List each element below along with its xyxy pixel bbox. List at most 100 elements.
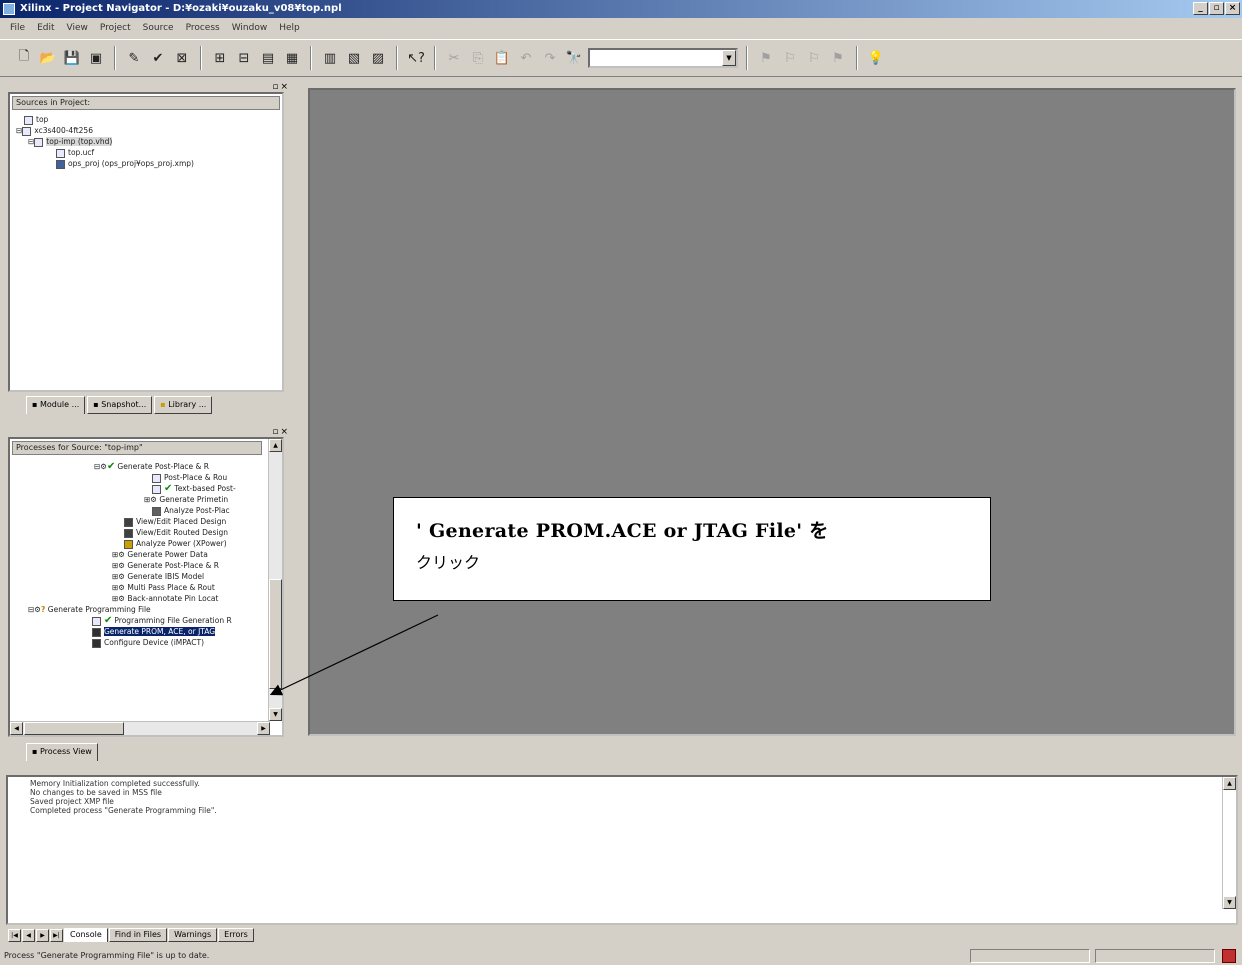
scroll-up-icon[interactable]: ▲	[1223, 777, 1236, 790]
add-source-icon[interactable]: ✎	[124, 48, 144, 68]
console-output: Memory Initialization completed successf…	[30, 779, 217, 815]
process-item[interactable]: Post-Place & Rou	[14, 472, 264, 483]
tab-console[interactable]: Console	[64, 928, 108, 942]
tab-first-icon[interactable]: |◀	[8, 928, 21, 942]
cut-icon[interactable]: ✂	[444, 48, 464, 68]
menu-source[interactable]: Source	[137, 23, 180, 33]
hierarchy-icon[interactable]: ⊞	[210, 48, 230, 68]
tab-last-icon[interactable]: ▶|	[50, 928, 63, 942]
scroll-down-icon[interactable]: ▼	[1223, 896, 1236, 909]
console-line: Saved project XMP file	[30, 797, 114, 806]
menu-project[interactable]: Project	[94, 23, 137, 33]
cascade-icon[interactable]: ▤	[258, 48, 278, 68]
console-line: Memory Initialization completed successf…	[30, 779, 200, 788]
vertical-scrollbar[interactable]: ▲ ▼	[268, 439, 282, 721]
tab-errors[interactable]: Errors	[218, 928, 254, 942]
open-folder-icon[interactable]: 📂	[38, 48, 58, 68]
app-icon	[3, 3, 15, 15]
tab-prev-icon[interactable]: ◀	[22, 928, 35, 942]
process-item[interactable]: ⊞⚙ Back-annotate Pin Locat	[14, 593, 264, 604]
close-button[interactable]: ×	[1225, 2, 1240, 15]
console-window-icon[interactable]: ▨	[368, 48, 388, 68]
scroll-thumb[interactable]	[269, 579, 282, 689]
process-item[interactable]: View/Edit Routed Design	[14, 527, 264, 538]
scroll-up-icon[interactable]: ▲	[269, 439, 282, 452]
tab-process-view[interactable]: ▪ Process View	[26, 743, 98, 761]
schematic-icon[interactable]: ⊟	[234, 48, 254, 68]
process-item-selected[interactable]: Generate PROM, ACE, or JTAG	[14, 626, 264, 637]
tip-bulb-icon[interactable]: 💡	[866, 48, 886, 68]
panel-close-icon[interactable]: ▫×	[272, 427, 290, 437]
menu-view[interactable]: View	[61, 23, 94, 33]
chevron-down-icon[interactable]: ▼	[722, 50, 736, 66]
tile-icon[interactable]: ▦	[282, 48, 302, 68]
process-window-icon[interactable]: ▧	[344, 48, 364, 68]
menu-file[interactable]: File	[4, 23, 31, 33]
workspace-area	[308, 88, 1236, 736]
check-syntax-icon[interactable]: ✔	[148, 48, 168, 68]
maximize-button[interactable]: ▫	[1209, 2, 1224, 15]
copy-icon[interactable]: ⎘	[468, 48, 488, 68]
menu-process[interactable]: Process	[180, 23, 226, 33]
process-item[interactable]: Analyze Post-Plac	[14, 505, 264, 516]
library-icon: ▪	[160, 400, 166, 409]
bookmark-icon[interactable]: ⚑	[756, 48, 776, 68]
tab-next-icon[interactable]: ▶	[36, 928, 49, 942]
sources-window-icon[interactable]: ▥	[320, 48, 340, 68]
tab-library[interactable]: ▪ Library ...	[154, 396, 213, 414]
panel-close-icon[interactable]: ▫×	[272, 82, 290, 92]
process-item[interactable]: Configure Device (iMPACT)	[14, 637, 264, 648]
process-item[interactable]: ✔ Text-based Post-	[14, 483, 264, 494]
scroll-thumb[interactable]	[24, 722, 124, 735]
undo-icon[interactable]: ↶	[516, 48, 536, 68]
scroll-down-icon[interactable]: ▼	[269, 708, 282, 721]
process-item[interactable]: ⊞⚙ Generate Post-Place & R	[14, 560, 264, 571]
process-item[interactable]: Analyze Power (XPower)	[14, 538, 264, 549]
gear-icon: ⚙	[118, 572, 126, 581]
process-item[interactable]: ⊞⚙ Generate Power Data	[14, 549, 264, 560]
process-item[interactable]: ✔ Programming File Generation R	[14, 615, 264, 626]
save-all-icon[interactable]: ▣	[86, 48, 106, 68]
stop-icon[interactable]: ⊠	[172, 48, 192, 68]
process-item[interactable]: View/Edit Placed Design	[14, 516, 264, 527]
prev-bookmark-icon[interactable]: ⚐	[804, 48, 824, 68]
clear-bookmarks-icon[interactable]: ⚑	[828, 48, 848, 68]
minimize-button[interactable]: _	[1193, 2, 1208, 15]
tab-warnings[interactable]: Warnings	[168, 928, 218, 942]
paste-icon[interactable]: 📋	[492, 48, 512, 68]
callout-line2: クリック	[416, 553, 481, 572]
check-icon: ✔	[104, 615, 113, 626]
tab-snapshot[interactable]: ▪ Snapshot...	[87, 396, 153, 414]
process-item[interactable]: ⊞⚙ Multi Pass Place & Rout	[14, 582, 264, 593]
tree-item[interactable]: top.ucf	[14, 147, 194, 158]
toolbar-separator	[310, 46, 312, 70]
horizontal-scrollbar[interactable]: ◀ ▶	[10, 721, 270, 735]
ucf-file-icon	[56, 148, 65, 158]
tab-module[interactable]: ▪ Module ...	[26, 396, 86, 414]
find-combo[interactable]: ▼	[588, 48, 738, 68]
context-help-icon[interactable]: ↖?	[406, 48, 426, 68]
new-file-icon[interactable]: 🗋	[14, 48, 34, 68]
scroll-right-icon[interactable]: ▶	[257, 722, 270, 735]
scroll-left-icon[interactable]: ◀	[10, 722, 23, 735]
process-item[interactable]: ⊟⚙✔ Generate Post-Place & R	[14, 461, 264, 472]
process-item[interactable]: ⊟⚙? Generate Programming File	[14, 604, 264, 615]
console-vscroll[interactable]: ▲ ▼	[1222, 777, 1236, 909]
menu-edit[interactable]: Edit	[31, 23, 60, 33]
menu-window[interactable]: Window	[226, 23, 274, 33]
tree-item[interactable]: ⊟ top-imp (top.vhd)	[14, 136, 194, 147]
module-icon: ▪	[32, 400, 38, 409]
impact-icon	[92, 638, 101, 648]
tree-item[interactable]: ops_proj (ops_proj¥ops_proj.xmp)	[14, 158, 194, 169]
menu-help[interactable]: Help	[273, 23, 306, 33]
process-item[interactable]: ⊞⚙ Generate IBIS Model	[14, 571, 264, 582]
gear-icon: ⚙	[118, 561, 126, 570]
tab-find-in-files[interactable]: Find in Files	[108, 928, 168, 942]
process-item[interactable]: ⊞⚙ Generate Primetin	[14, 494, 264, 505]
tree-item[interactable]: ⊟ xc3s400-4ft256	[14, 125, 194, 136]
find-icon[interactable]: 🔭	[564, 48, 584, 68]
redo-icon[interactable]: ↷	[540, 48, 560, 68]
tree-item[interactable]: top	[14, 114, 194, 125]
next-bookmark-icon[interactable]: ⚐	[780, 48, 800, 68]
save-icon[interactable]: 💾	[62, 48, 82, 68]
